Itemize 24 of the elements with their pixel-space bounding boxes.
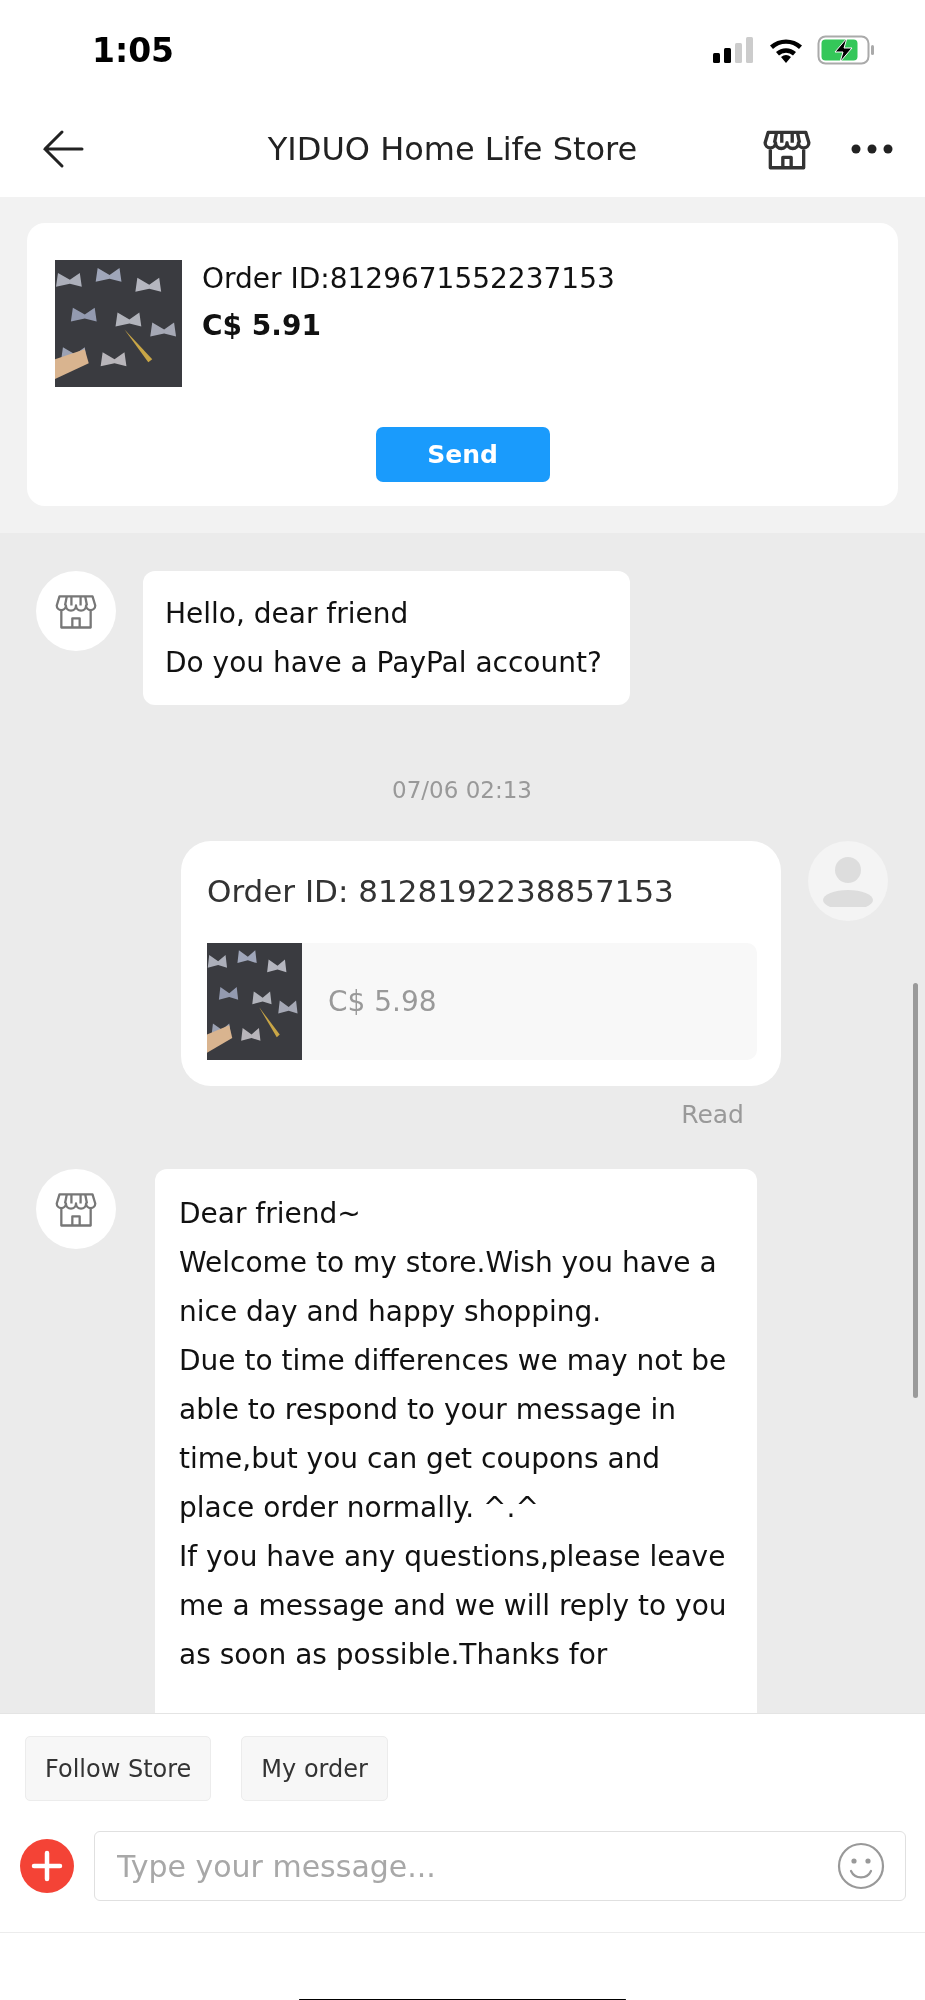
message-text: Welcome to my store.Wish you have a nice day and happy shopping. bbox=[179, 1245, 718, 1330]
timestamp: 07/06 02:13 bbox=[392, 777, 532, 803]
order-price: C$ 5.98 bbox=[328, 985, 437, 1018]
emoji-icon[interactable] bbox=[836, 1841, 886, 1891]
order-id: Order ID: 8128192238857153 bbox=[207, 873, 675, 909]
more-icon[interactable] bbox=[851, 143, 893, 154]
status-time: 1:05 bbox=[92, 30, 175, 70]
back-icon[interactable] bbox=[42, 128, 84, 169]
order-price: C$ 5.91 bbox=[202, 309, 322, 342]
quick-action-button[interactable]: My order bbox=[241, 1736, 388, 1801]
message-text: Dear friend~ bbox=[179, 1196, 362, 1232]
wifi-icon bbox=[767, 36, 805, 64]
read-status: Read bbox=[681, 1100, 744, 1129]
store-title: YIDUO Home Life Store bbox=[266, 129, 639, 168]
message-field[interactable]: Type your message... bbox=[94, 1831, 906, 1901]
order-id: Order ID:8129671552237153 bbox=[202, 262, 615, 295]
message-text: If you have any questions,please leave me a message and we will reply to you as soon as possible.Thanks for bbox=[179, 1539, 727, 1673]
battery-icon bbox=[817, 35, 875, 65]
message-text: Hello, dear friend bbox=[165, 596, 410, 632]
add-icon[interactable] bbox=[20, 1839, 74, 1893]
message-text: Due to time differences we may not be able to respond to your message in time,but you can get coupons and place order normally. ^.^ bbox=[179, 1343, 727, 1526]
quick-action-button[interactable]: Follow Store bbox=[25, 1736, 212, 1801]
signal-icon bbox=[713, 37, 755, 63]
message-text: Do you have a PayPal account? bbox=[165, 645, 602, 681]
